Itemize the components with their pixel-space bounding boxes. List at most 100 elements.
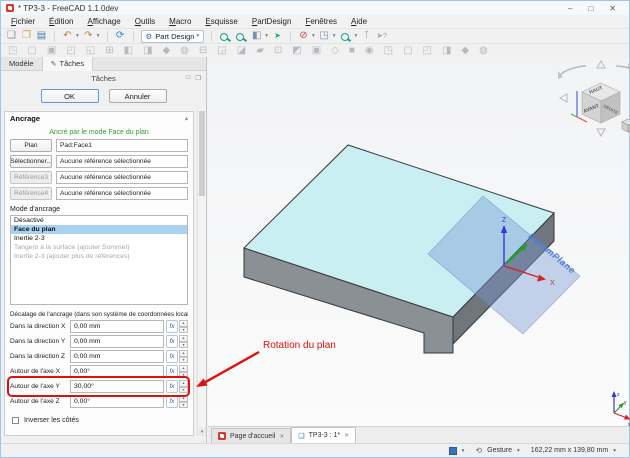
tab-document-tp3[interactable]: ❏ TP3-3 : 1* ✕: [291, 427, 356, 443]
navigation-cube[interactable]: HAUT AVANT DROITE: [558, 61, 630, 136]
menu-fichier[interactable]: Fichier: [4, 16, 42, 27]
refresh-icon[interactable]: ⟳: [115, 31, 126, 41]
expression-icon[interactable]: fx: [166, 380, 178, 393]
mode-item-face-du-plan[interactable]: Face du plan: [11, 225, 187, 234]
swatch-caret-icon[interactable]: ▾: [462, 448, 465, 454]
pan-down-triangle-icon[interactable]: [597, 129, 605, 136]
menu-macro[interactable]: Macro: [162, 16, 198, 27]
undo-caret-icon[interactable]: ▾: [76, 33, 79, 39]
panel-scrollbar[interactable]: ▾: [197, 109, 206, 436]
axonometric-view-icon[interactable]: ◳: [319, 31, 330, 41]
measure-icon[interactable]: ⊺: [361, 31, 372, 41]
menu-outils[interactable]: Outils: [128, 16, 162, 27]
spin-down-icon[interactable]: ▾: [179, 327, 188, 334]
close-tab-icon[interactable]: ✕: [344, 432, 349, 439]
toolbar-partdesign: ◳▢▣◰◱⊞◧◨◆◍⊟◲◪▰⊡◩▣◇■◉◳▢◰◨◆◍: [1, 43, 629, 57]
reference2-field[interactable]: Aucune référence sélectionnée: [56, 155, 188, 168]
expression-icon[interactable]: fx: [166, 395, 178, 408]
float-panel-icon[interactable]: ❐: [195, 74, 201, 82]
select-reference-button[interactable]: Sélectionner...: [10, 155, 52, 168]
rotation-y-input[interactable]: 30,00°: [70, 380, 164, 393]
rotation-z-input[interactable]: 0,00°: [70, 395, 164, 408]
expression-icon[interactable]: fx: [166, 365, 178, 378]
tilt-up-triangle-icon[interactable]: [597, 61, 605, 68]
spin-down-icon[interactable]: ▾: [179, 387, 188, 394]
reference3-field[interactable]: Aucune référence sélectionnée: [56, 171, 188, 184]
menu-affichage[interactable]: Affichage: [80, 16, 127, 27]
undo-icon[interactable]: ↶: [62, 31, 73, 41]
scrollbar-thumb[interactable]: [199, 111, 205, 196]
new-document-icon[interactable]: ❏: [6, 31, 17, 41]
redo-icon[interactable]: ↷: [83, 31, 94, 41]
rotate-left-arrow-icon[interactable]: [560, 66, 586, 75]
ok-button[interactable]: OK: [41, 89, 99, 103]
reference4-field[interactable]: Aucune référence sélectionnée: [56, 187, 188, 200]
rotate-right-arrow-icon[interactable]: [616, 66, 630, 75]
close-button[interactable]: ✕: [609, 4, 616, 13]
anchor-group-header[interactable]: Ancrage ▴: [5, 112, 193, 125]
zoom-tools-icon[interactable]: [341, 33, 349, 41]
spin-down-icon[interactable]: ▾: [179, 372, 188, 379]
menu-fenetres[interactable]: Fenêtres: [298, 16, 344, 27]
background-color-swatch[interactable]: [449, 447, 457, 455]
navcube-isometric-icon[interactable]: [622, 119, 630, 132]
clipping-caret-icon[interactable]: ▾: [312, 33, 315, 39]
scrollbar-down-icon[interactable]: ▾: [198, 427, 206, 436]
minimize-button[interactable]: –: [568, 4, 572, 13]
expression-icon[interactable]: fx: [166, 335, 178, 348]
cancel-button[interactable]: Annuler: [109, 89, 167, 103]
document-icon: ❏: [298, 432, 304, 440]
whatsthis-icon[interactable]: ➤?: [376, 32, 387, 40]
open-document-icon[interactable]: ❐: [21, 31, 32, 41]
zoom-fit-icon[interactable]: [220, 33, 228, 41]
menu-edition[interactable]: Édition: [42, 16, 80, 27]
flip-sides-row: Inverser les côtés: [12, 417, 186, 424]
undock-panel-icon[interactable]: □: [186, 74, 190, 82]
plan-button[interactable]: Plan: [10, 139, 52, 152]
mode-item-desactive[interactable]: Désactivé: [11, 216, 187, 225]
draw-style-icon[interactable]: ◧: [251, 31, 262, 41]
offset-y-spinner[interactable]: ▴ ▾: [179, 335, 188, 348]
document-tab-bar: Page d'accueil ✕ ❏ TP3-3 : 1* ✕: [208, 426, 629, 443]
save-icon[interactable]: ▤: [36, 31, 47, 41]
clipping-plane-icon[interactable]: ⊘: [298, 31, 309, 41]
navigation-caret-icon[interactable]: ▾: [517, 448, 520, 454]
offset-x-input[interactable]: 0,00 mm: [70, 320, 164, 333]
tab-tasks[interactable]: ✎ Tâches: [43, 57, 93, 71]
expression-icon[interactable]: fx: [166, 320, 178, 333]
draw-style-caret-icon[interactable]: ▾: [265, 33, 268, 39]
maximize-button[interactable]: □: [588, 4, 593, 13]
navigation-style-label[interactable]: Gesture: [487, 447, 512, 454]
rotation-y-spinner[interactable]: ▴ ▾: [179, 380, 188, 393]
spin-down-icon[interactable]: ▾: [179, 402, 188, 409]
collapse-icon[interactable]: ▴: [185, 115, 188, 122]
tab-model[interactable]: Modèle: [1, 57, 43, 70]
rotation-x-input[interactable]: 0,00°: [70, 365, 164, 378]
close-tab-icon[interactable]: ✕: [279, 433, 284, 440]
axonometric-caret-icon[interactable]: ▾: [333, 33, 336, 39]
menu-partdesign[interactable]: PartDesign: [245, 16, 299, 27]
offset-z-input[interactable]: 0,00 mm: [70, 350, 164, 363]
3d-viewport[interactable]: Z X DatumPlane HAUT AVANT DROITE: [208, 57, 629, 426]
dimensions-caret-icon[interactable]: ▾: [613, 448, 616, 454]
plan-reference-field[interactable]: Pad:Face1: [56, 139, 188, 152]
menu-esquisse[interactable]: Esquisse: [198, 16, 244, 27]
tab-start-page[interactable]: Page d'accueil ✕: [211, 428, 291, 443]
mode-item-inertie[interactable]: Inertie 2-3: [11, 234, 187, 243]
rotation-z-spinner[interactable]: ▴ ▾: [179, 395, 188, 408]
offset-z-spinner[interactable]: ▴ ▾: [179, 350, 188, 363]
sync-view-icon[interactable]: ➤: [272, 32, 283, 40]
spin-down-icon[interactable]: ▾: [179, 357, 188, 364]
pan-left-triangle-icon[interactable]: [560, 94, 567, 102]
offset-y-input[interactable]: 0,00 mm: [70, 335, 164, 348]
spin-down-icon[interactable]: ▾: [179, 342, 188, 349]
zoom-selection-icon[interactable]: [236, 33, 244, 41]
menu-aide[interactable]: Aide: [344, 16, 374, 27]
workbench-selector[interactable]: ⚙ Part Design ▾: [141, 30, 205, 43]
zoom-tools-caret-icon[interactable]: ▾: [355, 33, 358, 39]
expression-icon[interactable]: fx: [166, 350, 178, 363]
redo-caret-icon[interactable]: ▾: [97, 33, 100, 39]
offset-x-spinner[interactable]: ▴ ▾: [179, 320, 188, 333]
rotation-x-spinner[interactable]: ▴ ▾: [179, 365, 188, 378]
flip-sides-checkbox[interactable]: [12, 417, 19, 424]
